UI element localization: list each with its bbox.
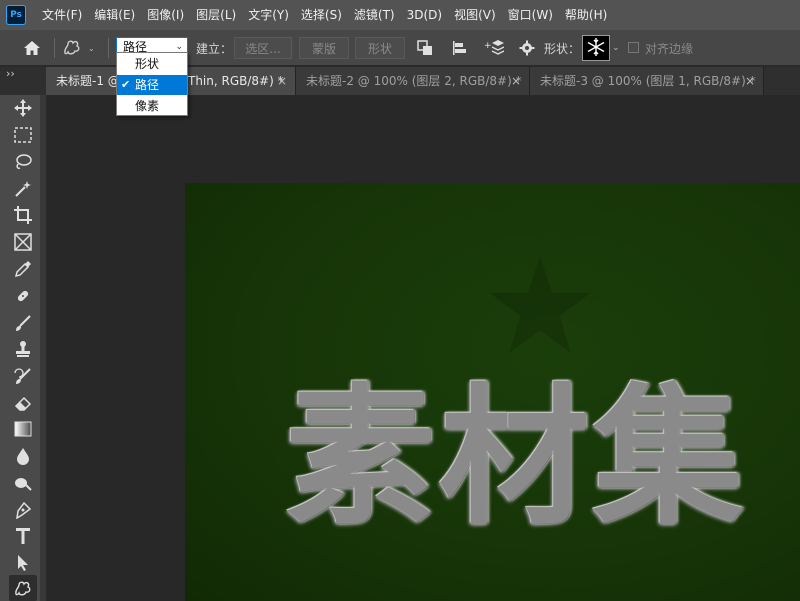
make-shape-button[interactable]: 形状 bbox=[355, 37, 405, 59]
make-mask-button[interactable]: 蒙版 bbox=[299, 37, 349, 59]
document-canvas[interactable]: 素材集 bbox=[185, 183, 800, 601]
crop-icon[interactable] bbox=[9, 202, 37, 228]
tool-preset-picker[interactable]: ⌄ bbox=[62, 30, 104, 66]
marquee-icon[interactable] bbox=[9, 122, 37, 148]
type-icon[interactable] bbox=[9, 523, 37, 549]
shape-picker[interactable] bbox=[582, 35, 610, 61]
photoshop-logo-icon[interactable]: Ps bbox=[6, 5, 26, 25]
align-edges-checkbox[interactable] bbox=[628, 42, 639, 53]
tool-mode-dropdown-menu: 形状 ✔ 路径 像素 bbox=[116, 52, 188, 116]
mode-option-pixels[interactable]: 像素 bbox=[117, 96, 187, 116]
shape-label-text: 形状： bbox=[544, 41, 581, 56]
svg-text:+: + bbox=[484, 41, 492, 51]
make-selection-button[interactable]: 选区... bbox=[234, 37, 292, 59]
tab-title-suffix: Thin, RGB/8#) * bbox=[188, 74, 284, 88]
gear-icon[interactable] bbox=[515, 37, 539, 59]
canvas-fur-text: 素材集 bbox=[285, 371, 748, 545]
close-icon[interactable]: × bbox=[745, 67, 755, 95]
document-tab-3[interactable]: 未标题-3 @ 100% (图层 1, RGB/8#) * × bbox=[530, 67, 764, 95]
align-edges-label-text: 对齐边缘 bbox=[645, 41, 694, 56]
make-label-text: 建立： bbox=[196, 41, 233, 56]
eraser-icon[interactable] bbox=[9, 390, 37, 416]
menu-file[interactable]: 文件(F) bbox=[36, 0, 88, 30]
document-tab-2[interactable]: 未标题-2 @ 100% (图层 2, RGB/8#) * × bbox=[296, 67, 530, 95]
menu-edit[interactable]: 编辑(E) bbox=[88, 0, 141, 30]
gradient-icon[interactable] bbox=[9, 416, 37, 442]
menu-select[interactable]: 选择(S) bbox=[295, 0, 348, 30]
history-brush-icon[interactable] bbox=[9, 363, 37, 389]
close-icon[interactable]: × bbox=[277, 67, 287, 95]
pen-icon[interactable] bbox=[9, 497, 37, 523]
menu-layer[interactable]: 图层(L) bbox=[190, 0, 242, 30]
clone-stamp-icon[interactable] bbox=[9, 336, 37, 362]
toolbar-edge bbox=[40, 95, 46, 601]
star-watermark bbox=[489, 256, 591, 354]
checkmark-icon: ✔ bbox=[121, 78, 131, 91]
menu-image[interactable]: 图像(I) bbox=[141, 0, 190, 30]
lasso-icon[interactable] bbox=[9, 149, 37, 175]
tab-title: 未标题-2 @ 100% (图层 2, RGB/8#) * bbox=[306, 74, 522, 88]
mode-option-label: 形状 bbox=[135, 57, 160, 71]
path-alignment-icon[interactable] bbox=[447, 37, 471, 59]
menu-filter[interactable]: 滤镜(T) bbox=[348, 0, 401, 30]
path-arrangement-icon[interactable]: + bbox=[482, 37, 506, 59]
collapse-panels-icon[interactable]: ›› bbox=[6, 67, 15, 80]
healing-brush-icon[interactable] bbox=[9, 283, 37, 309]
divider bbox=[54, 38, 55, 58]
custom-shape-preset-icon bbox=[62, 38, 82, 59]
tools-panel bbox=[0, 95, 46, 601]
menu-bar: Ps 文件(F) 编辑(E) 图像(I) 图层(L) 文字(Y) 选择(S) 滤… bbox=[0, 0, 800, 30]
close-icon[interactable]: × bbox=[511, 67, 521, 95]
eyedropper-icon[interactable] bbox=[9, 256, 37, 282]
blur-icon[interactable] bbox=[9, 443, 37, 469]
menu-3d[interactable]: 3D(D) bbox=[401, 0, 448, 30]
path-operations-icon[interactable] bbox=[413, 37, 437, 59]
chevron-down-icon[interactable]: ⌄ bbox=[612, 30, 620, 66]
mode-option-path[interactable]: ✔ 路径 bbox=[117, 75, 187, 95]
mode-option-label: 路径 bbox=[135, 78, 160, 92]
magic-wand-icon[interactable] bbox=[9, 176, 37, 202]
move-icon[interactable] bbox=[9, 95, 37, 121]
custom-shape-icon[interactable] bbox=[9, 575, 37, 601]
snowflake-icon bbox=[586, 37, 606, 60]
home-icon[interactable] bbox=[14, 30, 50, 66]
path-selection-icon[interactable] bbox=[9, 550, 37, 576]
frame-icon[interactable] bbox=[9, 229, 37, 255]
divider bbox=[108, 38, 109, 58]
brush-icon[interactable] bbox=[9, 310, 37, 336]
make-label: 建立： bbox=[196, 30, 232, 66]
tab-title: 未标题-3 @ 100% (图层 1, RGB/8#) * bbox=[540, 74, 756, 88]
menu-help[interactable]: 帮助(H) bbox=[559, 0, 613, 30]
mode-option-label: 像素 bbox=[135, 99, 160, 113]
menu-window[interactable]: 窗口(W) bbox=[502, 0, 559, 30]
menu-view[interactable]: 视图(V) bbox=[448, 0, 502, 30]
chevron-down-icon: ⌄ bbox=[88, 43, 95, 53]
align-edges-label: 对齐边缘 bbox=[645, 30, 693, 66]
shape-label: 形状： bbox=[544, 30, 580, 66]
dodge-icon[interactable] bbox=[9, 470, 37, 496]
menu-type[interactable]: 文字(Y) bbox=[242, 0, 295, 30]
mode-option-shape[interactable]: 形状 bbox=[117, 54, 187, 74]
tab-title: 未标题-1 @ bbox=[56, 74, 120, 88]
